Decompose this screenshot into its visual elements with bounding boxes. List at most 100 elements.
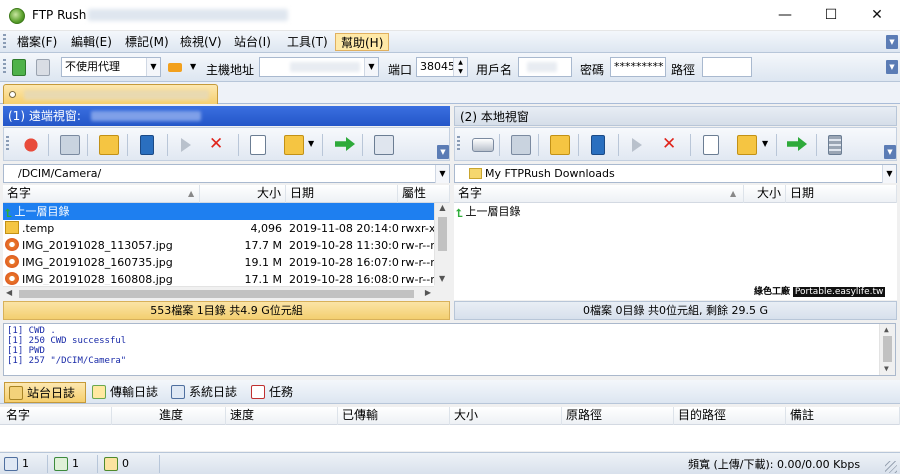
host-input[interactable]: ▼ — [259, 57, 379, 77]
maximize-button[interactable]: ☐ — [808, 0, 854, 31]
scroll-thumb[interactable] — [438, 217, 447, 251]
scroll-right-icon[interactable]: ▶ — [425, 288, 431, 297]
tab-system-log[interactable]: 系統日誌 — [167, 382, 245, 403]
new-folder-icon[interactable] — [737, 135, 757, 155]
queue-col-source[interactable]: 原路徑 — [562, 407, 674, 425]
queue-col-progress[interactable]: 進度 — [112, 407, 226, 425]
connection-tab[interactable] — [3, 84, 218, 104]
toolbar-overflow-icon[interactable]: ▼ — [437, 145, 449, 159]
tab-site-log[interactable]: 站台日誌 — [4, 382, 86, 403]
chevron-down-icon[interactable]: ▼ — [146, 58, 160, 76]
parent-folder-icon[interactable] — [99, 135, 119, 155]
queue-col-target[interactable]: 目的路徑 — [674, 407, 786, 425]
play-icon[interactable] — [181, 138, 191, 152]
toolbar-separator — [816, 134, 817, 156]
queue-col-note[interactable]: 備註 — [786, 407, 900, 425]
terminal-icon[interactable] — [374, 135, 394, 155]
toolbar-grip[interactable] — [3, 34, 6, 50]
scroll-thumb[interactable] — [883, 336, 892, 362]
remote-toolbar: ✕ ▼ ▼ — [3, 127, 450, 161]
menu-edit[interactable]: 編輯(E) — [66, 33, 117, 51]
table-row[interactable]: IMG_20191028_160808.jpg 17.1 M 2019-10-2… — [3, 271, 434, 285]
path-input[interactable] — [702, 57, 752, 77]
menu-help[interactable]: 幫助(H) — [335, 33, 390, 51]
password-input[interactable]: ********* — [610, 57, 666, 77]
proxy-select[interactable]: 不使用代理 ▼ — [61, 57, 161, 77]
transfer-arrow-icon[interactable] — [335, 137, 355, 151]
parent-dir-row[interactable]: ⮤ 上一層目錄 — [454, 203, 897, 220]
queue-col-speed[interactable]: 速度 — [226, 407, 338, 425]
scroll-down-icon[interactable]: ▼ — [884, 364, 889, 374]
remote-path-combobox[interactable]: /DCIM/Camera/ ▼ — [3, 164, 450, 183]
toolbar-grip[interactable] — [3, 59, 6, 75]
queue-list[interactable] — [0, 425, 900, 451]
chevron-down-icon[interactable]: ▼ — [308, 139, 314, 148]
connect-icon[interactable] — [12, 59, 26, 76]
menu-mark[interactable]: 標記(M) — [120, 33, 174, 51]
chevron-down-icon[interactable]: ▼ — [435, 165, 449, 183]
scroll-thumb[interactable] — [19, 290, 414, 298]
new-folder-icon[interactable] — [284, 135, 304, 155]
col-size[interactable]: 大小 — [744, 185, 786, 203]
bookmark-icon[interactable] — [140, 135, 154, 155]
chevron-down-icon[interactable]: ▼ — [190, 62, 196, 71]
toolbar-grip[interactable] — [457, 136, 460, 152]
user-input[interactable] — [518, 57, 572, 77]
scroll-up-icon[interactable]: ▲ — [884, 325, 889, 335]
port-input[interactable]: 38045 ▲ ▼ — [416, 57, 468, 77]
transfer-arrow-icon[interactable] — [787, 137, 807, 151]
refresh-icon[interactable] — [60, 135, 80, 155]
scroll-down-icon[interactable]: ▼ — [439, 274, 445, 283]
local-path-combobox[interactable]: My FTPRush Downloads ▼ — [454, 164, 897, 183]
col-attr[interactable]: 屬性 — [398, 185, 450, 203]
queue-col-name[interactable]: 名字 — [0, 407, 112, 425]
menu-site[interactable]: 站台(I) — [229, 33, 276, 51]
tab-tasks[interactable]: 任務 — [247, 382, 305, 403]
play-icon[interactable] — [632, 138, 642, 152]
minimize-button[interactable]: — — [762, 0, 808, 31]
log-output[interactable]: [1] CWD . [1] 250 CWD successful [1] PWD… — [3, 323, 896, 376]
chevron-down-icon[interactable]: ▼ — [882, 165, 896, 183]
disconnect-icon[interactable] — [36, 59, 50, 76]
list-view-icon[interactable] — [828, 135, 842, 155]
remote-vertical-scrollbar[interactable]: ▲ ▼ — [434, 203, 450, 285]
toolbar-overflow-icon[interactable]: ▼ — [884, 145, 896, 159]
delete-icon[interactable]: ✕ — [209, 134, 223, 154]
table-row[interactable]: IMG_20191028_113057.jpg 17.7 M 2019-10-2… — [3, 237, 434, 254]
resize-grip-icon[interactable] — [885, 461, 897, 473]
col-date[interactable]: 日期 — [286, 185, 398, 203]
col-size[interactable]: 大小 — [200, 185, 286, 203]
toolbar-overflow-icon[interactable]: ▼ — [886, 35, 898, 49]
queue-col-size[interactable]: 大小 — [450, 407, 562, 425]
remote-horizontal-scrollbar[interactable]: ◀ ▶ — [3, 286, 434, 300]
parent-folder-icon[interactable] — [550, 135, 570, 155]
scroll-up-icon[interactable]: ▲ — [435, 203, 450, 212]
delete-icon[interactable]: ✕ — [662, 134, 676, 154]
queue-col-transferred[interactable]: 已傳輸 — [338, 407, 450, 425]
disconnect-icon[interactable] — [21, 135, 41, 155]
parent-dir-row[interactable]: ⮤ 上一層目錄 — [3, 203, 434, 220]
col-date[interactable]: 日期 — [786, 185, 897, 203]
copy-icon[interactable] — [703, 135, 719, 155]
toolbar-overflow-icon[interactable]: ▼ — [886, 60, 898, 74]
chevron-down-icon[interactable]: ▼ — [762, 139, 768, 148]
menu-view[interactable]: 檢視(V) — [175, 33, 227, 51]
menu-tools[interactable]: 工具(T) — [282, 33, 333, 51]
copy-icon[interactable] — [250, 135, 266, 155]
drive-icon[interactable] — [472, 138, 494, 152]
col-name[interactable]: 名字 — [454, 185, 744, 203]
table-row[interactable]: IMG_20191028_160735.jpg 19.1 M 2019-10-2… — [3, 254, 434, 271]
log-scrollbar[interactable]: ▲ ▼ — [879, 324, 895, 375]
tab-transfer-log[interactable]: 傳輸日誌 — [88, 382, 166, 403]
menu-file[interactable]: 檔案(F) — [12, 33, 62, 51]
close-button[interactable]: ✕ — [854, 0, 900, 31]
toolbar-grip[interactable] — [6, 136, 9, 152]
chevron-down-icon[interactable]: ▼ — [364, 58, 378, 76]
bookmark-icon[interactable] — [591, 135, 605, 155]
proxy-icon[interactable] — [168, 63, 182, 72]
refresh-icon[interactable] — [511, 135, 531, 155]
port-spinner-icon[interactable]: ▲ ▼ — [453, 58, 467, 76]
scroll-left-icon[interactable]: ◀ — [6, 288, 12, 297]
table-row[interactable]: .temp 4,096 2019-11-08 20:14:00 rwxr-xr — [3, 220, 434, 237]
col-name[interactable]: 名字 — [3, 185, 200, 203]
